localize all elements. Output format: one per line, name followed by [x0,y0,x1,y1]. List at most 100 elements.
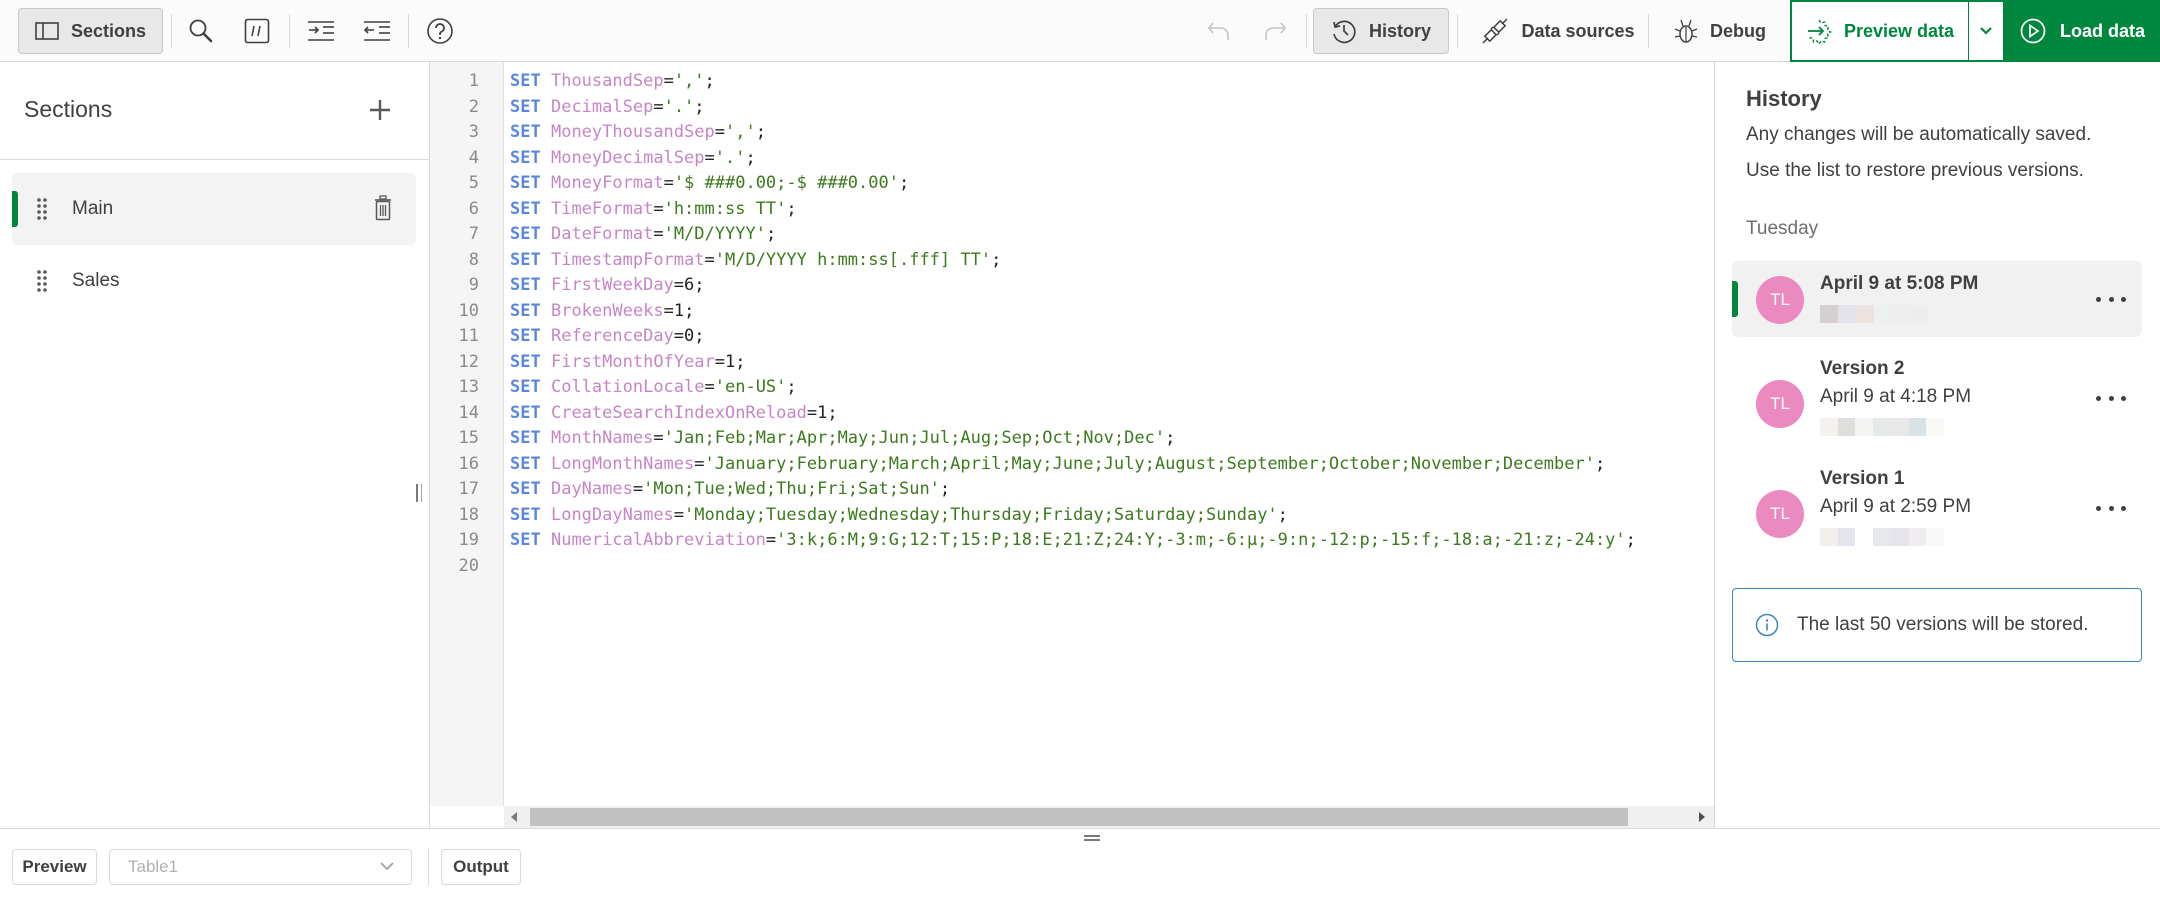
drag-handle-icon[interactable] [36,197,48,221]
preview-button[interactable]: Preview [12,849,97,885]
more-dot-icon [2108,296,2114,302]
comment-toggle-button[interactable] [238,12,276,50]
token-variable-name: DateFormat [550,224,654,244]
toolbar-divider [171,14,172,48]
scrollbar-thumb[interactable] [530,808,1628,826]
data-sources-button[interactable]: Data sources [1466,8,1650,54]
code-line[interactable]: SET CreateSearchIndexOnReload=1; [510,401,838,427]
trash-icon[interactable] [374,195,392,221]
token-terminator: ; [786,198,797,219]
drag-handle-icon[interactable] [36,269,48,293]
line-number: 1 [468,71,479,91]
token-keyword: SET [510,275,541,295]
sections-resize-handle[interactable] [416,484,422,502]
horizontal-scrollbar[interactable] [504,806,1714,828]
code-line[interactable]: SET ThousandSep=','; [510,69,715,95]
version-title: Version 1 [1820,468,1905,489]
code-line[interactable]: SET MoneyThousandSep=','; [510,120,766,146]
code-line[interactable]: SET DecimalSep='.'; [510,95,705,121]
search-button[interactable] [182,12,220,50]
help-button[interactable] [421,12,459,50]
token-value: ',' [724,122,756,142]
code-line[interactable]: SET MoneyFormat='$ ###0.00;-$ ###0.00'; [510,171,909,197]
scroll-right-arrow-icon[interactable] [1699,812,1705,822]
output-resize-handle[interactable] [1084,835,1100,841]
token-terminator: ; [735,351,746,372]
add-section-button[interactable] [362,92,398,128]
avatar: TL [1756,490,1804,538]
token-keyword: SET [510,224,541,244]
code-line[interactable]: SET FirstWeekDay=6; [510,273,705,299]
redo-button[interactable] [1256,12,1294,50]
token-terminator: ; [755,122,766,142]
debug-button[interactable]: Debug [1660,8,1780,54]
code-line[interactable]: SET MonthNames='Jan;Feb;Mar;Apr;May;Jun;… [510,426,1175,452]
line-number: 14 [458,402,479,423]
code-line[interactable]: SET BrokenWeeks=1; [510,299,694,325]
token-operator: = [653,428,664,448]
token-variable-name: DayNames [550,479,633,499]
code-line[interactable]: SET MoneyDecimalSep='.'; [510,146,756,172]
load-data-button[interactable]: Load data [2005,0,2160,62]
token-terminator: ; [694,275,705,295]
token-variable-name: LongMonthNames [550,453,695,474]
version-title: April 9 at 5:08 PM [1820,273,1979,294]
load-data-label: Load data [2059,20,2145,41]
section-item-main[interactable]: Main [12,173,416,245]
preview-data-button[interactable]: Preview data [1790,0,1970,62]
version-more-menu-button[interactable] [2096,498,2126,518]
token-keyword: SET [510,351,541,372]
code-line[interactable]: SET TimeFormat='h:mm:ss TT'; [510,197,797,223]
indent-button[interactable] [302,12,340,50]
token-operator: = [653,96,664,117]
script-editor[interactable]: 1 2 3 4 5 6 7 8 9 10 11 12 13 14 15 16 17 18 19 20 SET Thou… [430,62,1714,828]
version-item-1[interactable]: TL Version 1 April 9 at 2:59 PM [1732,468,2142,568]
token-operator: = [806,402,818,423]
token-variable-name: CreateSearchIndexOnReload [550,402,807,423]
token-keyword: SET [510,504,541,525]
preview-data-dropdown-button[interactable] [1968,0,2005,62]
code-line[interactable]: SET DateFormat='M/D/YYYY'; [510,222,776,248]
outdent-button[interactable] [358,12,396,50]
active-indicator [12,191,18,227]
token-terminator: ; [1165,428,1176,448]
token-keyword: SET [510,198,541,219]
redacted-author [1820,528,1945,546]
line-number: 16 [458,453,479,474]
code-line[interactable]: SET CollationLocale='en-US'; [510,375,797,401]
scroll-left-arrow-icon[interactable] [511,812,517,822]
indent-icon [308,21,334,41]
version-item-2[interactable]: TL Version 2 April 9 at 4:18 PM [1732,358,2142,458]
code-line[interactable]: SET LongDayNames='Monday;Tuesday;Wednesd… [510,503,1288,529]
token-terminator: ; [1594,453,1606,474]
version-more-menu-button[interactable] [2096,388,2126,408]
code-line[interactable]: SET TimestampFormat='M/D/YYYY h:mm:ss[.f… [510,248,1001,274]
line-number: 6 [468,198,479,219]
version-item-current[interactable]: TL April 9 at 5:08 PM [1732,261,2142,337]
output-button[interactable]: Output [441,849,521,885]
token-variable-name: ThousandSep [550,71,664,91]
sections-toggle-button[interactable]: Sections [18,8,163,54]
code-line[interactable]: SET LongMonthNames='January;February;Mar… [510,452,1605,478]
code-line[interactable]: SET NumericalAbbreviation='3:k;6:M;9:G;1… [510,528,1636,554]
code-line[interactable]: SET FirstMonthOfYear=1; [510,350,745,376]
sidebar-panel-icon [35,22,59,40]
token-terminator: ; [898,173,910,193]
token-variable-name: BrokenWeeks [550,300,664,321]
code-area[interactable]: SET ThousandSep=','; SET DecimalSep='.'; S… [510,62,1714,806]
token-operator: = [653,198,664,219]
undo-button[interactable] [1200,12,1238,50]
token-value: 0 [684,326,695,346]
code-line[interactable]: SET DayNames='Mon;Tue;Wed;Thu;Fri;Sat;Su… [510,477,950,503]
code-line[interactable]: SET ReferenceDay=0; [510,324,705,350]
section-item-sales[interactable]: Sales [12,245,416,317]
version-more-menu-button[interactable] [2096,289,2126,309]
toolbar-divider [1457,14,1458,48]
history-button[interactable]: History [1313,8,1449,54]
table-select[interactable]: Table1 [109,849,412,885]
token-keyword: SET [510,96,541,117]
